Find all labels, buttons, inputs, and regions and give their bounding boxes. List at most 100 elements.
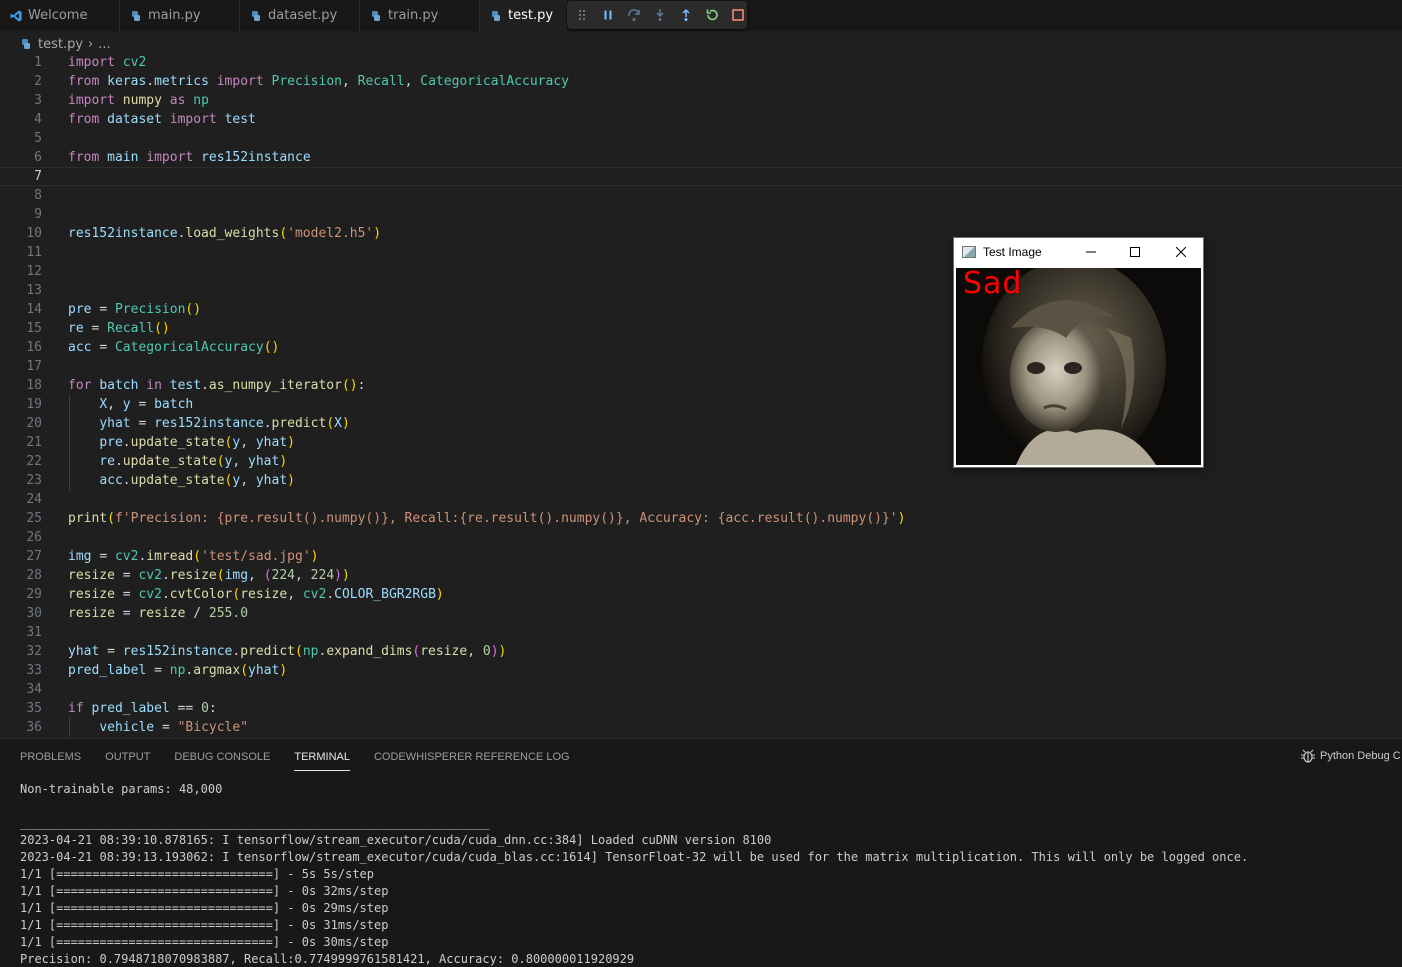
code-text: pre = Precision()	[68, 302, 202, 317]
code-text: img = cv2.imread('test/sad.jpg')	[68, 549, 319, 564]
tab-test-py[interactable]: test.py	[480, 0, 566, 31]
tab-terminal[interactable]: TERMINAL	[294, 749, 350, 771]
tab-label: test.py	[508, 8, 554, 23]
line-number: 29	[26, 587, 42, 602]
code-text: import numpy as np	[68, 93, 209, 108]
python-icon	[252, 10, 260, 21]
python-icon	[372, 10, 380, 21]
tab-label: Welcome	[28, 8, 88, 23]
restart-icon[interactable]	[702, 6, 721, 25]
line-number: 34	[26, 682, 42, 697]
terminal-line: Non-trainable params: 48,000	[20, 782, 223, 796]
tab-problems[interactable]: PROBLEMS	[20, 749, 81, 771]
step-into-icon[interactable]	[651, 6, 670, 25]
code-line[interactable]: 30 resize = resize / 255.0	[0, 604, 1402, 623]
window-title: Test Image	[983, 245, 1042, 259]
code-line[interactable]: 35 if pred_label == 0:	[0, 699, 1402, 718]
vscode-icon	[10, 10, 22, 21]
code-line[interactable]: 36 vehicle = "Bicycle"	[0, 718, 1402, 737]
code-line[interactable]: 1 import cv2	[0, 53, 1402, 72]
debug-session-selector[interactable]: Python Debug C	[1300, 748, 1401, 764]
code-line[interactable]: 24	[0, 490, 1402, 509]
code-text: from main import res152instance	[68, 150, 311, 165]
line-number: 8	[34, 188, 42, 203]
code-line[interactable]: 25 print(f'Precision: {pre.result().numpy…	[0, 509, 1402, 528]
line-number: 33	[26, 663, 42, 678]
code-line[interactable]: 34	[0, 680, 1402, 699]
line-number: 10	[26, 226, 42, 241]
line-number: 20	[26, 416, 42, 431]
window-app-icon	[962, 246, 976, 258]
code-text: from keras.metrics import Precision, Rec…	[68, 74, 569, 89]
debug-session-label: Python Debug C	[1320, 750, 1401, 762]
tab-train-py[interactable]: train.py	[360, 0, 480, 31]
code-line[interactable]: 27 img = cv2.imread('test/sad.jpg')	[0, 547, 1402, 566]
code-text: yhat = res152instance.predict(X)	[99, 416, 350, 431]
breadcrumb-separator: ›	[88, 36, 94, 52]
maximize-icon[interactable]	[1120, 241, 1150, 263]
code-line[interactable]: 6 from main import res152instance	[0, 148, 1402, 167]
line-number: 13	[26, 283, 42, 298]
code-text: re.update_state(y, yhat)	[99, 454, 288, 469]
code-text: X, y = batch	[99, 397, 194, 412]
line-number: 14	[26, 302, 42, 317]
code-line[interactable]: 26	[0, 528, 1402, 547]
step-out-icon[interactable]	[676, 6, 695, 25]
line-number: 31	[26, 625, 42, 640]
code-line[interactable]: 23 acc.update_state(y, yhat)	[0, 471, 1402, 490]
tab-welcome[interactable]: Welcome	[0, 0, 120, 31]
terminal-line: 1/1 [==============================] - 5…	[20, 867, 375, 881]
drag-handle-icon[interactable]	[573, 6, 592, 25]
code-line[interactable]: 8	[0, 186, 1402, 205]
line-number: 9	[34, 207, 42, 222]
line-number: 30	[26, 606, 42, 621]
tab-dataset-py[interactable]: dataset.py	[240, 0, 360, 31]
tab-main-py[interactable]: main.py	[120, 0, 240, 31]
code-text: import cv2	[68, 55, 147, 70]
test-image-window: Test Image Sad	[953, 237, 1204, 468]
code-text: resize = cv2.cvtColor(resize, cv2.COLOR_…	[68, 587, 444, 602]
code-text: pre.update_state(y, yhat)	[99, 435, 295, 450]
close-icon[interactable]	[1166, 241, 1196, 263]
code-line[interactable]: 32 yhat = res152instance.predict(np.expan…	[0, 642, 1402, 661]
code-line[interactable]: 7	[0, 167, 1402, 186]
code-text: for batch in test.as_numpy_iterator():	[68, 378, 366, 393]
tab-label: train.py	[388, 8, 439, 23]
python-icon	[492, 10, 500, 21]
code-line[interactable]: 3 import numpy as np	[0, 91, 1402, 110]
code-line[interactable]: 31	[0, 623, 1402, 642]
code-text: print(f'Precision: {pre.result().numpy()…	[68, 511, 906, 526]
tab-output[interactable]: OUTPUT	[105, 749, 150, 771]
code-text: resize = cv2.resize(img, (224, 224))	[68, 568, 350, 583]
code-line[interactable]: 9	[0, 205, 1402, 224]
stop-icon[interactable]	[728, 6, 747, 25]
code-line[interactable]: 29 resize = cv2.cvtColor(resize, cv2.COLO…	[0, 585, 1402, 604]
panel-tabs: PROBLEMS OUTPUT DEBUG CONSOLE TERMINAL C…	[20, 749, 570, 771]
terminal-line: 1/1 [==============================] - 0…	[20, 884, 389, 898]
terminal-line: 1/1 [==============================] - 0…	[20, 901, 389, 915]
tab-codewhisperer-reference-log[interactable]: CODEWHISPERER REFERENCE LOG	[374, 749, 570, 771]
code-text: acc.update_state(y, yhat)	[99, 473, 295, 488]
code-line[interactable]: 2 from keras.metrics import Precision, Re…	[0, 72, 1402, 91]
line-number: 35	[26, 701, 42, 716]
python-icon	[22, 39, 30, 49]
line-number: 25	[26, 511, 42, 526]
line-number: 36	[26, 720, 42, 735]
code-line[interactable]: 5	[0, 129, 1402, 148]
step-over-icon[interactable]	[625, 6, 644, 25]
line-number: 11	[26, 245, 42, 260]
code-line[interactable]: 28 resize = cv2.resize(img, (224, 224))	[0, 566, 1402, 585]
breadcrumb-symbol[interactable]: ...	[98, 37, 110, 52]
line-number: 16	[26, 340, 42, 355]
minimize-icon[interactable]	[1076, 241, 1106, 263]
line-number: 19	[26, 397, 42, 412]
line-number: 26	[26, 530, 42, 545]
breadcrumb-file[interactable]: test.py	[38, 37, 83, 52]
tab-debug-console[interactable]: DEBUG CONSOLE	[174, 749, 270, 771]
code-line[interactable]: 4 from dataset import test	[0, 110, 1402, 129]
code-text: vehicle = "Bicycle"	[99, 720, 249, 735]
pause-icon[interactable]	[599, 6, 618, 25]
line-number: 12	[26, 264, 42, 279]
code-line[interactable]: 33 pred_label = np.argmax(yhat)	[0, 661, 1402, 680]
line-number: 22	[26, 454, 42, 469]
